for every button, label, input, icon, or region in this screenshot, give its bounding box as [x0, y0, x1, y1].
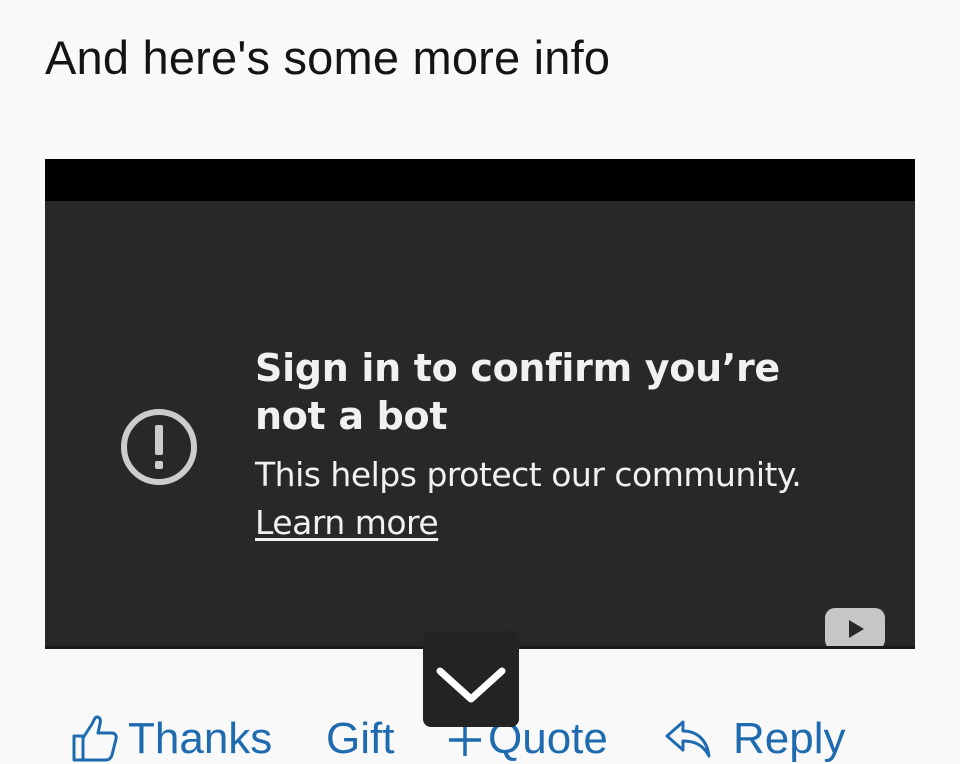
- video-top-bar: [45, 159, 915, 201]
- post-text: And here's some more info: [45, 31, 611, 84]
- reply-arrow-icon: [665, 720, 711, 758]
- reply-label: Reply: [733, 714, 846, 763]
- gift-label: Gift: [326, 714, 395, 763]
- thanks-label: Thanks: [128, 714, 273, 763]
- bot-check-title: Sign in to confirm you’re not a bot: [255, 346, 780, 438]
- video-embed[interactable]: Sign in to confirm you’re not a bot This…: [45, 159, 915, 649]
- scroll-down-button[interactable]: [423, 631, 519, 727]
- exclamation-circle-icon: [121, 409, 197, 485]
- youtube-logo-icon[interactable]: [825, 608, 885, 649]
- bot-check-subtitle: This helps protect our community.: [255, 455, 802, 494]
- learn-more-link[interactable]: Learn more: [255, 503, 439, 542]
- chevron-down-icon: [436, 667, 506, 703]
- thumbs-up-icon: [72, 715, 118, 762]
